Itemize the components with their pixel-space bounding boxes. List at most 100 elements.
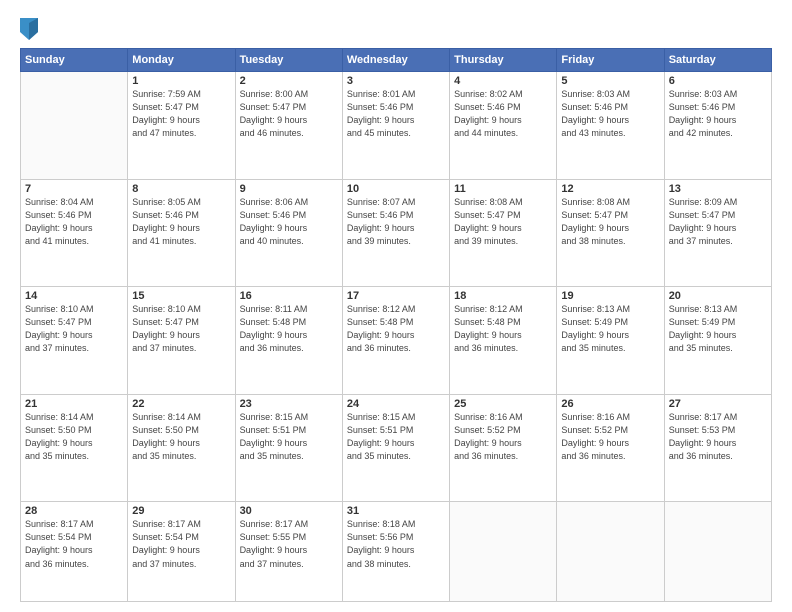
day-number: 2 (240, 75, 338, 87)
day-info: Sunrise: 8:17 AMSunset: 5:54 PMDaylight:… (132, 518, 230, 570)
day-number: 17 (347, 290, 445, 302)
day-number: 7 (25, 183, 123, 195)
calendar-cell: 8Sunrise: 8:05 AMSunset: 5:46 PMDaylight… (128, 179, 235, 287)
weekday-header-friday: Friday (557, 49, 664, 72)
day-info: Sunrise: 8:04 AMSunset: 5:46 PMDaylight:… (25, 196, 123, 248)
day-info: Sunrise: 8:02 AMSunset: 5:46 PMDaylight:… (454, 88, 552, 140)
day-info: Sunrise: 8:01 AMSunset: 5:46 PMDaylight:… (347, 88, 445, 140)
day-number: 18 (454, 290, 552, 302)
calendar-cell: 18Sunrise: 8:12 AMSunset: 5:48 PMDayligh… (450, 287, 557, 395)
calendar-cell: 6Sunrise: 8:03 AMSunset: 5:46 PMDaylight… (664, 72, 771, 180)
day-info: Sunrise: 8:17 AMSunset: 5:55 PMDaylight:… (240, 518, 338, 570)
day-number: 24 (347, 398, 445, 410)
calendar-cell: 27Sunrise: 8:17 AMSunset: 5:53 PMDayligh… (664, 394, 771, 502)
day-number: 6 (669, 75, 767, 87)
day-info: Sunrise: 8:13 AMSunset: 5:49 PMDaylight:… (669, 303, 767, 355)
weekday-header-wednesday: Wednesday (342, 49, 449, 72)
header (20, 18, 772, 40)
day-info: Sunrise: 8:14 AMSunset: 5:50 PMDaylight:… (132, 411, 230, 463)
day-number: 11 (454, 183, 552, 195)
day-info: Sunrise: 8:00 AMSunset: 5:47 PMDaylight:… (240, 88, 338, 140)
day-info: Sunrise: 8:13 AMSunset: 5:49 PMDaylight:… (561, 303, 659, 355)
day-info: Sunrise: 8:05 AMSunset: 5:46 PMDaylight:… (132, 196, 230, 248)
day-number: 30 (240, 505, 338, 517)
day-info: Sunrise: 8:15 AMSunset: 5:51 PMDaylight:… (240, 411, 338, 463)
calendar-cell: 30Sunrise: 8:17 AMSunset: 5:55 PMDayligh… (235, 502, 342, 602)
day-number: 5 (561, 75, 659, 87)
day-number: 15 (132, 290, 230, 302)
calendar-table: SundayMondayTuesdayWednesdayThursdayFrid… (20, 48, 772, 602)
calendar-cell (664, 502, 771, 602)
week-row-1: 1Sunrise: 7:59 AMSunset: 5:47 PMDaylight… (21, 72, 772, 180)
calendar-cell: 25Sunrise: 8:16 AMSunset: 5:52 PMDayligh… (450, 394, 557, 502)
calendar-cell: 13Sunrise: 8:09 AMSunset: 5:47 PMDayligh… (664, 179, 771, 287)
day-number: 26 (561, 398, 659, 410)
calendar-cell: 3Sunrise: 8:01 AMSunset: 5:46 PMDaylight… (342, 72, 449, 180)
day-number: 10 (347, 183, 445, 195)
day-number: 1 (132, 75, 230, 87)
day-number: 25 (454, 398, 552, 410)
weekday-header-monday: Monday (128, 49, 235, 72)
calendar-cell: 14Sunrise: 8:10 AMSunset: 5:47 PMDayligh… (21, 287, 128, 395)
day-number: 28 (25, 505, 123, 517)
weekday-header-thursday: Thursday (450, 49, 557, 72)
day-number: 13 (669, 183, 767, 195)
day-info: Sunrise: 8:03 AMSunset: 5:46 PMDaylight:… (561, 88, 659, 140)
calendar-cell: 7Sunrise: 8:04 AMSunset: 5:46 PMDaylight… (21, 179, 128, 287)
day-number: 14 (25, 290, 123, 302)
day-info: Sunrise: 8:08 AMSunset: 5:47 PMDaylight:… (561, 196, 659, 248)
calendar-cell: 22Sunrise: 8:14 AMSunset: 5:50 PMDayligh… (128, 394, 235, 502)
weekday-header-saturday: Saturday (664, 49, 771, 72)
day-number: 16 (240, 290, 338, 302)
logo-icon (20, 18, 38, 40)
calendar-cell: 31Sunrise: 8:18 AMSunset: 5:56 PMDayligh… (342, 502, 449, 602)
calendar-cell: 29Sunrise: 8:17 AMSunset: 5:54 PMDayligh… (128, 502, 235, 602)
day-number: 19 (561, 290, 659, 302)
calendar-cell: 12Sunrise: 8:08 AMSunset: 5:47 PMDayligh… (557, 179, 664, 287)
day-number: 8 (132, 183, 230, 195)
calendar-cell: 11Sunrise: 8:08 AMSunset: 5:47 PMDayligh… (450, 179, 557, 287)
day-number: 21 (25, 398, 123, 410)
day-info: Sunrise: 8:17 AMSunset: 5:54 PMDaylight:… (25, 518, 123, 570)
day-info: Sunrise: 8:14 AMSunset: 5:50 PMDaylight:… (25, 411, 123, 463)
day-info: Sunrise: 8:11 AMSunset: 5:48 PMDaylight:… (240, 303, 338, 355)
week-row-2: 7Sunrise: 8:04 AMSunset: 5:46 PMDaylight… (21, 179, 772, 287)
calendar-cell: 1Sunrise: 7:59 AMSunset: 5:47 PMDaylight… (128, 72, 235, 180)
day-info: Sunrise: 8:07 AMSunset: 5:46 PMDaylight:… (347, 196, 445, 248)
calendar-cell: 4Sunrise: 8:02 AMSunset: 5:46 PMDaylight… (450, 72, 557, 180)
day-info: Sunrise: 8:18 AMSunset: 5:56 PMDaylight:… (347, 518, 445, 570)
calendar-cell: 28Sunrise: 8:17 AMSunset: 5:54 PMDayligh… (21, 502, 128, 602)
calendar-cell: 20Sunrise: 8:13 AMSunset: 5:49 PMDayligh… (664, 287, 771, 395)
day-info: Sunrise: 8:03 AMSunset: 5:46 PMDaylight:… (669, 88, 767, 140)
day-number: 31 (347, 505, 445, 517)
calendar-cell: 16Sunrise: 8:11 AMSunset: 5:48 PMDayligh… (235, 287, 342, 395)
day-info: Sunrise: 8:12 AMSunset: 5:48 PMDaylight:… (347, 303, 445, 355)
week-row-3: 14Sunrise: 8:10 AMSunset: 5:47 PMDayligh… (21, 287, 772, 395)
logo (20, 18, 40, 40)
day-info: Sunrise: 8:10 AMSunset: 5:47 PMDaylight:… (25, 303, 123, 355)
calendar-cell: 5Sunrise: 8:03 AMSunset: 5:46 PMDaylight… (557, 72, 664, 180)
weekday-header-tuesday: Tuesday (235, 49, 342, 72)
calendar-cell: 21Sunrise: 8:14 AMSunset: 5:50 PMDayligh… (21, 394, 128, 502)
day-info: Sunrise: 8:16 AMSunset: 5:52 PMDaylight:… (561, 411, 659, 463)
week-row-5: 28Sunrise: 8:17 AMSunset: 5:54 PMDayligh… (21, 502, 772, 602)
day-number: 9 (240, 183, 338, 195)
calendar-cell (450, 502, 557, 602)
day-number: 29 (132, 505, 230, 517)
day-info: Sunrise: 8:10 AMSunset: 5:47 PMDaylight:… (132, 303, 230, 355)
day-number: 20 (669, 290, 767, 302)
day-info: Sunrise: 8:06 AMSunset: 5:46 PMDaylight:… (240, 196, 338, 248)
calendar-cell (557, 502, 664, 602)
day-info: Sunrise: 8:17 AMSunset: 5:53 PMDaylight:… (669, 411, 767, 463)
calendar-cell: 2Sunrise: 8:00 AMSunset: 5:47 PMDaylight… (235, 72, 342, 180)
day-info: Sunrise: 8:09 AMSunset: 5:47 PMDaylight:… (669, 196, 767, 248)
calendar-cell (21, 72, 128, 180)
day-info: Sunrise: 8:15 AMSunset: 5:51 PMDaylight:… (347, 411, 445, 463)
day-info: Sunrise: 8:12 AMSunset: 5:48 PMDaylight:… (454, 303, 552, 355)
day-number: 23 (240, 398, 338, 410)
calendar-cell: 17Sunrise: 8:12 AMSunset: 5:48 PMDayligh… (342, 287, 449, 395)
weekday-header-row: SundayMondayTuesdayWednesdayThursdayFrid… (21, 49, 772, 72)
day-number: 22 (132, 398, 230, 410)
weekday-header-sunday: Sunday (21, 49, 128, 72)
day-info: Sunrise: 8:08 AMSunset: 5:47 PMDaylight:… (454, 196, 552, 248)
